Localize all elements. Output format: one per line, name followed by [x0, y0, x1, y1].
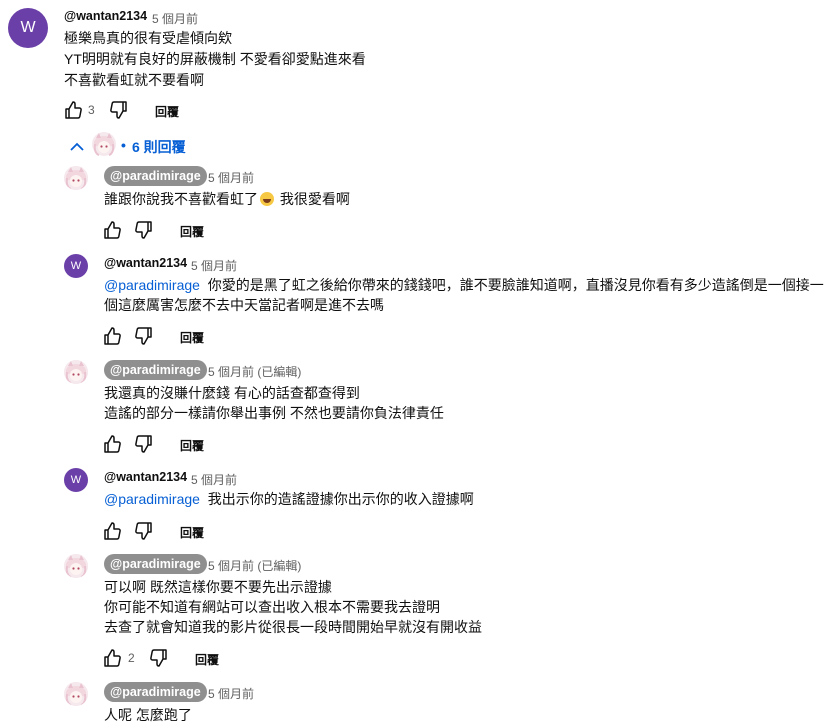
avatar[interactable]	[64, 166, 88, 190]
comment-text-line: 極樂鳥真的很有受虐傾向欸	[64, 30, 232, 46]
mention-link[interactable]: @paradimirage	[104, 277, 200, 293]
avatar[interactable]: W	[8, 8, 48, 48]
dislike-icon[interactable]	[109, 100, 129, 120]
reply-author-badge[interactable]: @paradimirage	[104, 682, 207, 702]
dislike-icon[interactable]	[134, 326, 154, 346]
reply-author[interactable]: @wantan2134	[104, 470, 187, 484]
chevron-up-icon	[70, 142, 84, 151]
avatar-letter: W	[70, 474, 82, 486]
mention-link[interactable]: @paradimirage	[104, 491, 200, 507]
like-icon[interactable]	[102, 648, 122, 668]
reply-text-line: @paradimirage 我出示你的造謠證據你出示你的收入證據啊	[104, 489, 474, 509]
reply-button[interactable]: 回覆	[180, 524, 204, 541]
reply-button[interactable]: 回覆	[180, 437, 204, 454]
avatar[interactable]	[64, 554, 88, 578]
reply-button[interactable]: 回覆	[195, 651, 219, 668]
dislike-icon[interactable]	[134, 434, 154, 454]
reply-text-part: 我出示你的造謠證據你出示你的收入證據啊	[207, 491, 474, 507]
like-count: 2	[128, 651, 135, 665]
reply-time[interactable]: 5 個月前 (已編輯)	[208, 557, 301, 574]
reply-text-line: 個這麼厲害怎麼不去中天當記者啊是進不去嗎	[104, 297, 384, 313]
reply-button[interactable]: 回覆	[180, 329, 204, 346]
like-icon[interactable]	[63, 100, 83, 120]
like-icon[interactable]	[102, 326, 122, 346]
reply-button[interactable]: 回覆	[180, 223, 204, 240]
reply-author[interactable]: @wantan2134	[104, 256, 187, 270]
comment-text-line: YT明明就有良好的屏蔽機制 不愛看卻愛點進來看	[64, 51, 366, 67]
like-icon[interactable]	[102, 434, 122, 454]
reply-author-badge[interactable]: @paradimirage	[104, 166, 207, 186]
comment-time[interactable]: 5 個月前	[152, 10, 198, 27]
dislike-icon[interactable]	[134, 220, 154, 240]
reply-time[interactable]: 5 個月前 (已編輯)	[208, 363, 301, 380]
reply-text: 誰跟你說我不喜歡看虹了 我很愛看啊	[104, 189, 350, 209]
reply-button[interactable]: 回覆	[155, 103, 179, 120]
dislike-icon[interactable]	[149, 648, 169, 668]
reply-text-line: 去查了就會知道我的影片從很長一段時間開始早就沒有開收益	[104, 619, 482, 635]
avatar[interactable]	[64, 682, 88, 706]
reply-text-line: 我還真的沒賺什麼錢 有心的話查都查得到	[104, 385, 360, 401]
reply-time[interactable]: 5 個月前	[208, 685, 254, 702]
comment-author[interactable]: @wantan2134	[64, 9, 147, 23]
reply-text-line: 可以啊 既然這樣你要不要先出示證據	[104, 579, 332, 595]
laughing-emoji-icon	[260, 192, 274, 206]
reply-text-part: 你愛的是黑了虹之後給你帶來的錢錢吧，誰不要臉誰知道啊，直播沒見你看有多少造謠倒是…	[207, 277, 824, 293]
reply-time[interactable]: 5 個月前	[191, 257, 237, 274]
reply-text-part: 我很愛看啊	[276, 191, 350, 207]
replies-count-label[interactable]: 6 則回覆	[132, 137, 186, 157]
comment-text-line: 不喜歡看虹就不要看啊	[64, 72, 204, 88]
avatar[interactable]: W	[64, 468, 88, 492]
reply-text-line: 你可能不知道有網站可以查出收入根本不需要我去證明	[104, 599, 440, 615]
reply-text-line: 造謠的部分一樣請你舉出事例 不然也要請你負法律責任	[104, 405, 444, 421]
reply-time[interactable]: 5 個月前	[208, 169, 254, 186]
avatar[interactable]	[64, 360, 88, 384]
like-icon[interactable]	[102, 521, 122, 541]
reply-text-part: 誰跟你說我不喜歡看虹了	[104, 191, 258, 207]
dislike-icon[interactable]	[134, 521, 154, 541]
reply-text-line: @paradimirage 你愛的是黑了虹之後給你帶來的錢錢吧，誰不要臉誰知道啊…	[104, 275, 824, 295]
like-icon[interactable]	[102, 220, 122, 240]
reply-author-badge[interactable]: @paradimirage	[104, 360, 207, 380]
avatar-letter: W	[20, 19, 36, 36]
bullet-dot: •	[121, 137, 126, 153]
avatar-letter: W	[70, 260, 82, 272]
replier-avatar-icon	[92, 132, 116, 156]
reply-text-line: 人呢 怎麼跑了	[104, 707, 192, 723]
like-count: 3	[88, 103, 95, 117]
avatar[interactable]: W	[64, 254, 88, 278]
reply-author-badge[interactable]: @paradimirage	[104, 554, 207, 574]
reply-time[interactable]: 5 個月前	[191, 471, 237, 488]
replies-toggle[interactable]: • 6 則回覆	[64, 132, 194, 160]
